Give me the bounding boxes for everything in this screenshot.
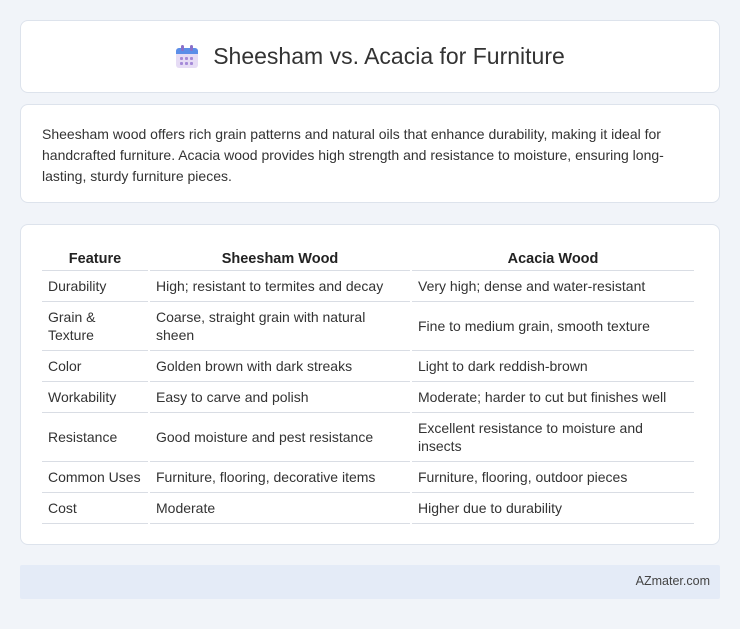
feature-cell: Workability <box>42 382 148 413</box>
sheesham-cell: High; resistant to termites and decay <box>150 271 410 302</box>
page-title: Sheesham vs. Acacia for Furniture <box>213 43 565 69</box>
footer: AZmater.com <box>20 565 720 599</box>
comparison-table: Feature Sheesham Wood Acacia Wood Durabi… <box>40 245 696 524</box>
comparison-card: Feature Sheesham Wood Acacia Wood Durabi… <box>20 224 720 545</box>
feature-cell: Color <box>42 351 148 382</box>
acacia-cell: Higher due to durability <box>412 493 694 524</box>
feature-cell: Grain & Texture <box>42 302 148 351</box>
acacia-cell: Light to dark reddish-brown <box>412 351 694 382</box>
table-row: Common Uses Furniture, flooring, decorat… <box>42 462 694 493</box>
table-row: Durability High; resistant to termites a… <box>42 271 694 302</box>
column-header-sheesham: Sheesham Wood <box>150 245 410 271</box>
sheesham-cell: Coarse, straight grain with natural shee… <box>150 302 410 351</box>
acacia-cell: Very high; dense and water-resistant <box>412 271 694 302</box>
feature-cell: Resistance <box>42 413 148 462</box>
table-row: Grain & Texture Coarse, straight grain w… <box>42 302 694 351</box>
intro-text: Sheesham wood offers rich grain patterns… <box>42 126 664 184</box>
acacia-cell: Excellent resistance to moisture and ins… <box>412 413 694 462</box>
sheesham-cell: Easy to carve and polish <box>150 382 410 413</box>
column-header-feature: Feature <box>42 245 148 271</box>
acacia-cell: Fine to medium grain, smooth texture <box>412 302 694 351</box>
feature-cell: Common Uses <box>42 462 148 493</box>
table-row: Resistance Good moisture and pest resist… <box>42 413 694 462</box>
table-header-row: Feature Sheesham Wood Acacia Wood <box>42 245 694 271</box>
intro-card: Sheesham wood offers rich grain patterns… <box>20 104 720 203</box>
title-card: Sheesham vs. Acacia for Furniture <box>20 20 720 93</box>
feature-cell: Durability <box>42 271 148 302</box>
calendar-icon <box>175 44 199 69</box>
feature-cell: Cost <box>42 493 148 524</box>
sheesham-cell: Golden brown with dark streaks <box>150 351 410 382</box>
sheesham-cell: Good moisture and pest resistance <box>150 413 410 462</box>
table-row: Workability Easy to carve and polish Mod… <box>42 382 694 413</box>
sheesham-cell: Furniture, flooring, decorative items <box>150 462 410 493</box>
footer-brand: AZmater.com <box>635 574 710 588</box>
table-row: Color Golden brown with dark streaks Lig… <box>42 351 694 382</box>
sheesham-cell: Moderate <box>150 493 410 524</box>
column-header-acacia: Acacia Wood <box>412 245 694 271</box>
acacia-cell: Furniture, flooring, outdoor pieces <box>412 462 694 493</box>
table-row: Cost Moderate Higher due to durability <box>42 493 694 524</box>
acacia-cell: Moderate; harder to cut but finishes wel… <box>412 382 694 413</box>
